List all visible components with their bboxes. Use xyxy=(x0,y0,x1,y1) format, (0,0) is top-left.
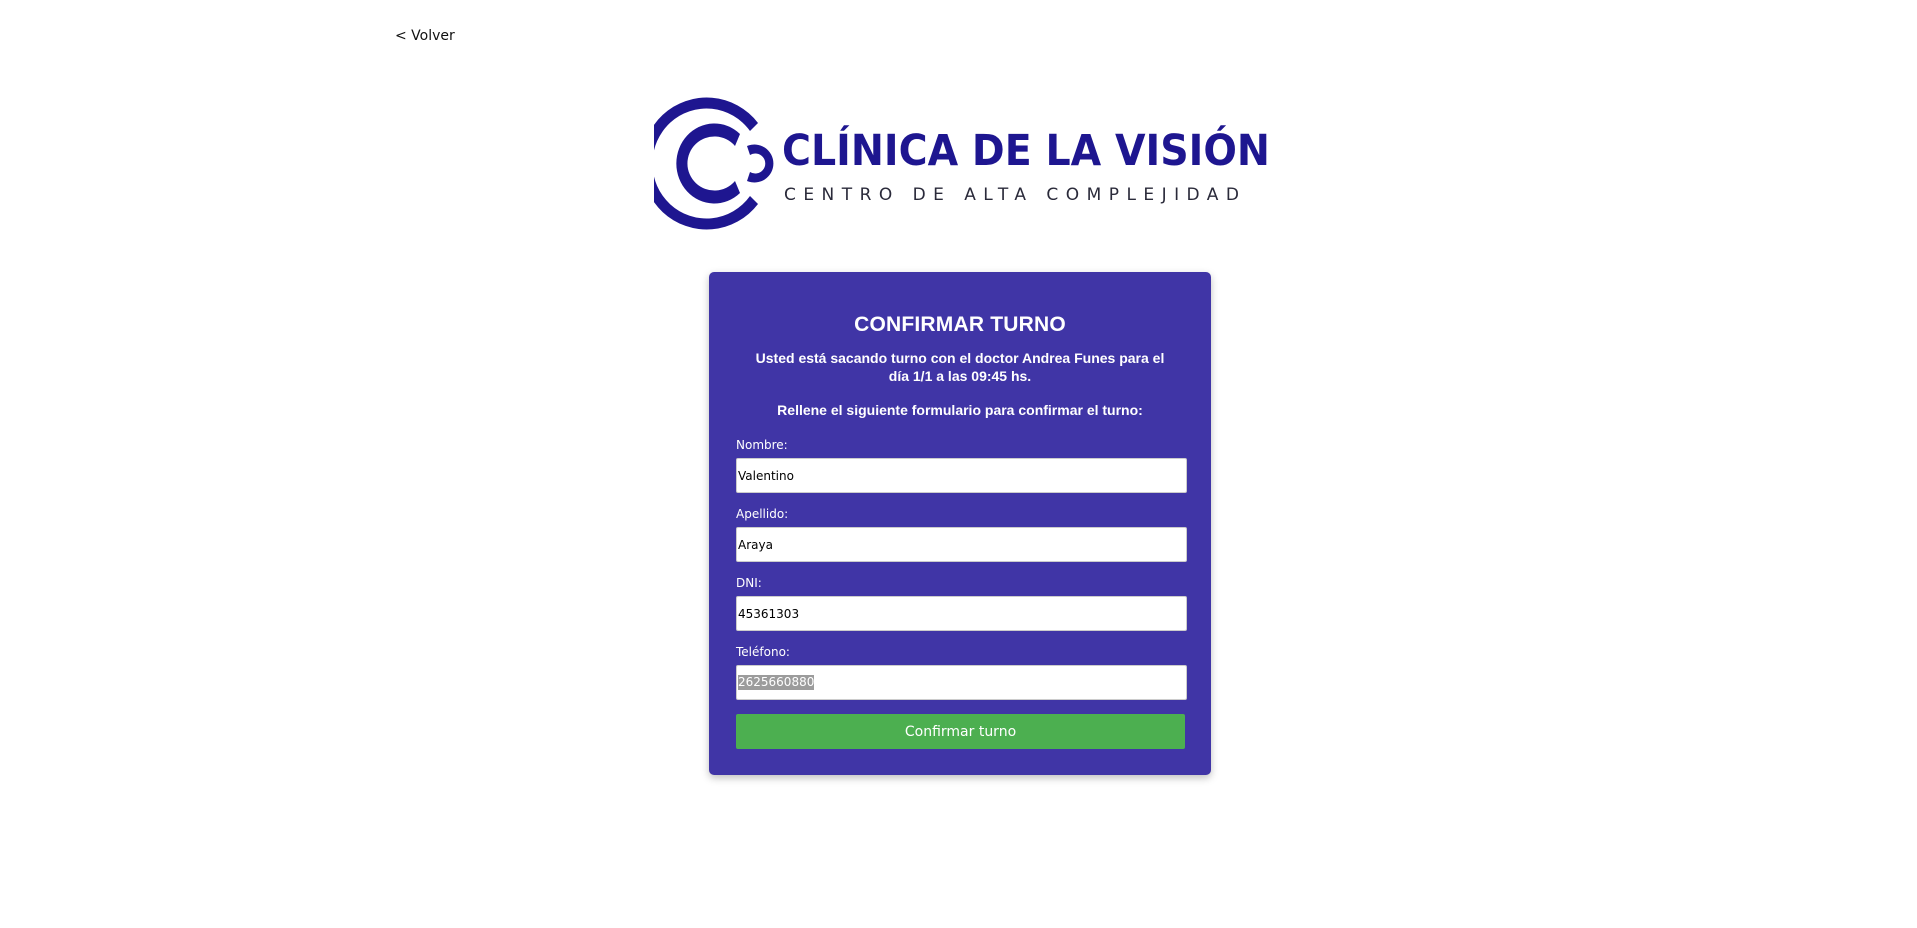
page: < Volver CLÍNICA DE LA VISIÓN CENTRO DE … xyxy=(0,0,1917,928)
phone-input[interactable]: 2625660880 xyxy=(736,665,1187,700)
form-instructions: Rellene el siguiente formulario para con… xyxy=(777,402,1143,418)
dni-input[interactable] xyxy=(736,596,1187,631)
clinic-logo: CLÍNICA DE LA VISIÓN CENTRO DE ALTA COMP… xyxy=(654,97,1270,230)
first-name-label: Nombre: xyxy=(736,438,788,452)
confirm-appointment-button[interactable]: Confirmar turno xyxy=(736,714,1185,749)
back-link[interactable]: < Volver xyxy=(395,28,455,44)
appointment-message: Usted está sacando turno con el doctor A… xyxy=(755,350,1165,384)
first-name-input[interactable] xyxy=(736,458,1187,493)
card-title: CONFIRMAR TURNO xyxy=(854,313,1066,336)
last-name-input[interactable] xyxy=(736,527,1187,562)
logo-tagline: CENTRO DE ALTA COMPLEJIDAD xyxy=(784,185,1244,205)
phone-input-selected-text: 2625660880 xyxy=(738,675,815,690)
last-name-label: Apellido: xyxy=(736,507,789,521)
logo-name: CLÍNICA DE LA VISIÓN xyxy=(782,125,1270,176)
phone-label: Teléfono: xyxy=(736,645,790,659)
dni-label: DNI: xyxy=(736,576,762,590)
logo-mark-icon xyxy=(654,97,774,230)
confirm-appointment-card: CONFIRMAR TURNO Usted está sacando turno… xyxy=(709,272,1211,775)
